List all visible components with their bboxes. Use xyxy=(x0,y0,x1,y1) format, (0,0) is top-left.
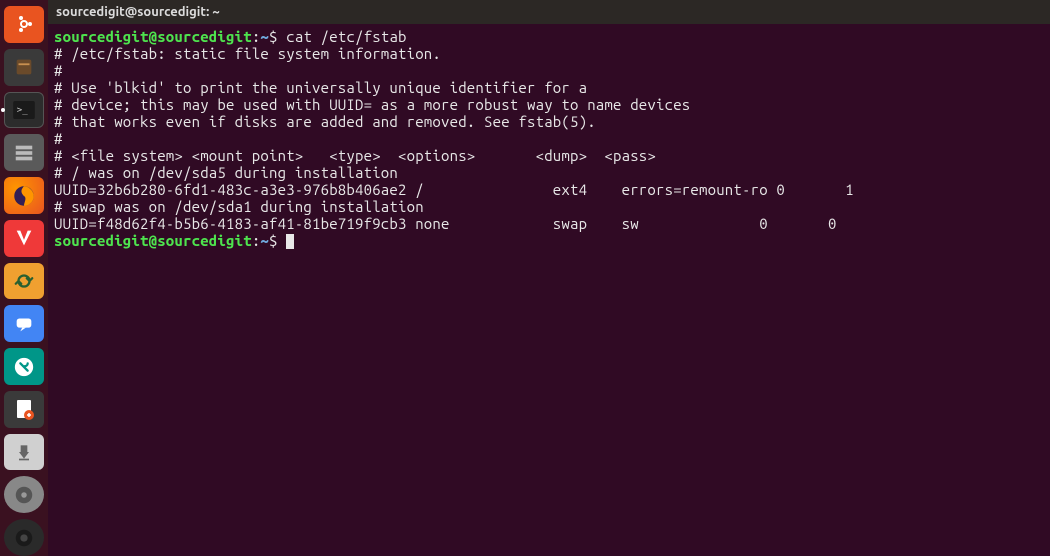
prompt-user: sourcedigit@sourcedigit xyxy=(54,232,252,249)
output-line: UUID=32b6b280-6fd1-483c-a3e3-976b8b406ae… xyxy=(54,181,854,198)
svg-text:>_: >_ xyxy=(17,106,28,116)
prompt-sigil: $ xyxy=(269,232,278,249)
dock-editor[interactable] xyxy=(4,391,44,428)
output-line: # xyxy=(54,62,63,79)
dock-firefox[interactable] xyxy=(4,177,44,214)
window-title: sourcedigit@sourcedigit: ~ xyxy=(56,5,220,19)
sync-icon xyxy=(13,270,35,292)
output-line: # /etc/fstab: static file system informa… xyxy=(54,45,441,62)
disk-icon xyxy=(13,484,35,506)
drawer-icon xyxy=(13,142,35,164)
output-line: # swap was on /dev/sda1 during installat… xyxy=(54,198,424,215)
ubuntu-icon xyxy=(12,12,36,36)
terminal-cursor xyxy=(286,234,294,249)
output-line: # xyxy=(54,130,63,147)
chat-icon xyxy=(13,313,35,335)
dock-ubuntu-dash[interactable] xyxy=(4,6,44,43)
terminal-body[interactable]: sourcedigit@sourcedigit:~$ cat /etc/fsta… xyxy=(48,24,1050,556)
wrench-icon xyxy=(13,356,35,378)
output-line: # <file system> <mount point> <type> <op… xyxy=(54,147,656,164)
prompt-sigil: $ xyxy=(269,28,278,45)
note-icon xyxy=(12,397,36,421)
dock-files[interactable] xyxy=(4,49,44,86)
ubuntu-dock: >_ xyxy=(0,0,48,556)
files-icon xyxy=(13,56,35,78)
main-area: sourcedigit@sourcedigit: ~ sourcedigit@s… xyxy=(48,0,1050,556)
firefox-icon xyxy=(11,183,37,209)
prompt-path: ~ xyxy=(260,232,269,249)
dock-app[interactable] xyxy=(4,519,44,556)
dock-system-settings[interactable] xyxy=(4,348,44,385)
dock-terminal[interactable]: >_ xyxy=(4,92,44,129)
dock-settings[interactable] xyxy=(4,134,44,171)
output-line: # that works even if disks are added and… xyxy=(54,113,596,130)
app-icon xyxy=(13,527,35,549)
dock-vivaldi[interactable] xyxy=(4,220,44,257)
command-1: cat /etc/fstab xyxy=(286,28,406,45)
prompt-path: ~ xyxy=(260,28,269,45)
download-icon xyxy=(14,442,34,462)
dock-downloads[interactable] xyxy=(4,434,44,471)
dock-chat[interactable] xyxy=(4,305,44,342)
output-line: # device; this may be used with UUID= as… xyxy=(54,96,690,113)
output-line: # / was on /dev/sda5 during installation xyxy=(54,164,398,181)
dock-sync[interactable] xyxy=(4,263,44,300)
prompt-user: sourcedigit@sourcedigit xyxy=(54,28,252,45)
output-line: UUID=f48d62f4-b5b6-4183-af41-81be719f9cb… xyxy=(54,215,837,232)
window-titlebar[interactable]: sourcedigit@sourcedigit: ~ xyxy=(48,0,1050,24)
output-line: # Use 'blkid' to print the universally u… xyxy=(54,79,587,96)
dock-disks[interactable] xyxy=(4,476,44,513)
vivaldi-icon xyxy=(13,227,35,249)
terminal-icon: >_ xyxy=(13,101,35,119)
